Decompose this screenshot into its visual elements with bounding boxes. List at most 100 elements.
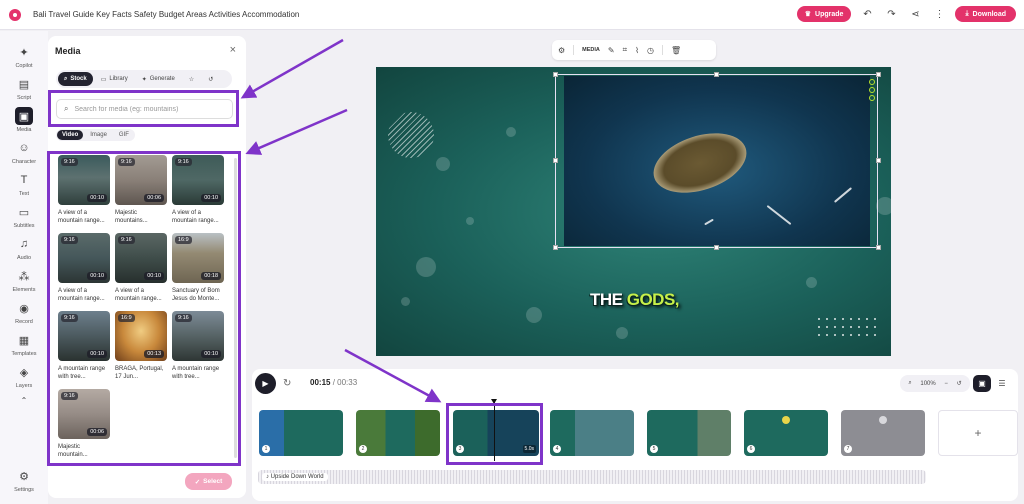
tab-favorites[interactable]: ☆ <box>183 72 200 86</box>
media-type-tabs: Video Image GIF <box>56 129 135 141</box>
bokeh-dot <box>466 217 474 225</box>
resize-handle[interactable] <box>876 245 881 250</box>
gear-icon[interactable]: ⚙ <box>558 46 565 55</box>
resize-handle[interactable] <box>553 72 558 77</box>
rail-item-audio[interactable]: ♫ Audio <box>0 235 48 261</box>
ring-decoration <box>869 95 875 101</box>
add-scene-button[interactable]: + <box>938 410 1018 456</box>
share-icon[interactable]: ⋖ <box>907 6 923 22</box>
music-icon: ♫ <box>19 238 29 250</box>
tab-stock[interactable]: ⌕ Stock <box>58 72 93 86</box>
star-icon: ☆ <box>188 76 195 83</box>
timeline: ▶ ↻ 00:15 / 00:33 ⌕ 100% − ↺ ▣ ☰ 1 2 3 5… <box>252 369 1018 501</box>
scene-number: 5 <box>650 445 658 453</box>
rail-item-record[interactable]: ◉ Record <box>0 299 48 326</box>
scene-view-icon[interactable]: ▣ <box>973 375 991 392</box>
close-icon[interactable]: × <box>230 44 236 56</box>
rail-label: Audio <box>16 255 32 261</box>
play-button[interactable]: ▶ <box>255 373 276 394</box>
rail-label: Record <box>15 319 33 325</box>
bokeh-dot <box>616 327 628 339</box>
bokeh-dot <box>401 297 410 306</box>
dot-grid-decoration <box>815 315 879 339</box>
rail-item-character[interactable]: ☺ Character <box>0 139 48 165</box>
project-title[interactable]: Bali Travel Guide Key Facts Safety Budge… <box>33 10 299 19</box>
arrow-to-grid <box>245 108 348 155</box>
pencil-icon[interactable]: ✎ <box>608 46 615 55</box>
undo-icon[interactable]: ↶ <box>859 6 875 22</box>
ring-decoration <box>869 79 875 85</box>
audio-track[interactable]: ♪ Upside Down World <box>258 470 926 484</box>
tab-library[interactable]: ▭ Library <box>95 72 134 86</box>
rail-label: Media <box>16 127 32 133</box>
rail-item-copilot[interactable]: ✦ Copilot <box>0 43 48 70</box>
bokeh-dot <box>806 277 817 288</box>
scene-clip[interactable]: 2 <box>356 410 440 456</box>
resize-handle[interactable] <box>876 158 881 163</box>
history-icon: ↺ <box>208 76 214 83</box>
rail-item-settings[interactable]: ⚙ Settings <box>0 467 48 494</box>
redo-icon[interactable]: ↷ <box>883 6 899 22</box>
audio-track-name: Upside Down World <box>270 474 324 480</box>
download-button[interactable]: ⤓ Download <box>955 6 1016 22</box>
rail-label: Character <box>11 159 37 165</box>
top-actions: ♛ Upgrade ↶ ↷ ⋖ ⋮ ⤓ Download <box>796 6 1016 22</box>
resize-handle[interactable] <box>714 72 719 77</box>
more-icon[interactable]: ⋮ <box>931 6 947 22</box>
upgrade-button[interactable]: ♛ Upgrade <box>796 6 852 22</box>
caption-text[interactable]: THE GODS, <box>590 290 680 310</box>
crop-icon[interactable]: ⌗ <box>623 45 628 55</box>
rail-item-templates[interactable]: ▦ Templates <box>0 331 48 358</box>
bokeh-dot <box>876 197 891 215</box>
tab-gif[interactable]: GIF <box>114 130 134 140</box>
tab-video[interactable]: Video <box>57 130 84 140</box>
resize-handle[interactable] <box>876 72 881 77</box>
rail-label: Settings <box>14 487 34 493</box>
scene-clip[interactable]: 4 <box>550 410 634 456</box>
rail-label: Script <box>16 95 32 101</box>
person-icon: ☺ <box>18 142 30 154</box>
view-toggle: ▣ ☰ <box>973 375 1013 392</box>
rail-collapse[interactable]: ⌃ <box>0 391 48 409</box>
resize-handle[interactable] <box>553 158 558 163</box>
trash-icon[interactable]: 🗑 <box>671 46 681 55</box>
resize-handle[interactable] <box>714 245 719 250</box>
zoom-icon[interactable]: ⌕ <box>908 380 911 387</box>
rail-item-subtitles[interactable]: ▭ Subtitles <box>0 203 48 230</box>
rail-item-text[interactable]: T Text <box>0 171 48 197</box>
zoom-level[interactable]: 100% <box>920 381 935 387</box>
rail-item-elements[interactable]: ⁂ Elements <box>0 267 48 294</box>
resize-handle[interactable] <box>553 245 558 250</box>
select-button[interactable]: ✓ Select <box>185 473 232 490</box>
time-display: 00:15 / 00:33 <box>310 378 358 387</box>
scene-clip[interactable]: 5 <box>647 410 731 456</box>
scene-clip[interactable]: 1 <box>259 410 343 456</box>
attach-icon[interactable]: ⌇ <box>635 46 639 55</box>
reset-icon[interactable]: ↺ <box>957 380 962 387</box>
selection-frame[interactable] <box>555 74 878 248</box>
image-icon: ▣ <box>15 107 33 125</box>
caption-white: THE <box>590 290 627 309</box>
rail-item-media[interactable]: ▣ Media <box>0 107 48 133</box>
app-logo[interactable] <box>9 8 21 21</box>
check-icon: ✓ <box>194 478 201 486</box>
loop-icon[interactable]: ↻ <box>283 378 291 389</box>
scene-clip[interactable]: 6 <box>744 410 828 456</box>
zoom-out-icon[interactable]: − <box>944 381 948 387</box>
tab-label: Library <box>109 76 128 82</box>
rail-item-layers[interactable]: ◈ Layers <box>0 363 48 390</box>
toolbar-divider <box>573 45 575 55</box>
tab-history[interactable]: ↺ <box>202 72 219 86</box>
subtitles-icon: ▭ <box>18 206 30 219</box>
highlight-media-grid <box>47 151 241 466</box>
tab-generate[interactable]: ✦ Generate <box>136 72 181 86</box>
rail-item-script[interactable]: ▤ Script <box>0 75 48 102</box>
list-view-icon[interactable]: ☰ <box>993 375 1011 392</box>
scene-number: 6 <box>747 445 755 453</box>
tab-image[interactable]: Image <box>85 130 112 140</box>
bokeh-dot <box>526 307 542 323</box>
clock-icon[interactable]: ◷ <box>647 46 654 55</box>
scene-clip[interactable]: 7 <box>841 410 925 456</box>
audio-track-label: ♪ Upside Down World <box>262 473 328 481</box>
layers-icon: ◈ <box>19 366 29 379</box>
